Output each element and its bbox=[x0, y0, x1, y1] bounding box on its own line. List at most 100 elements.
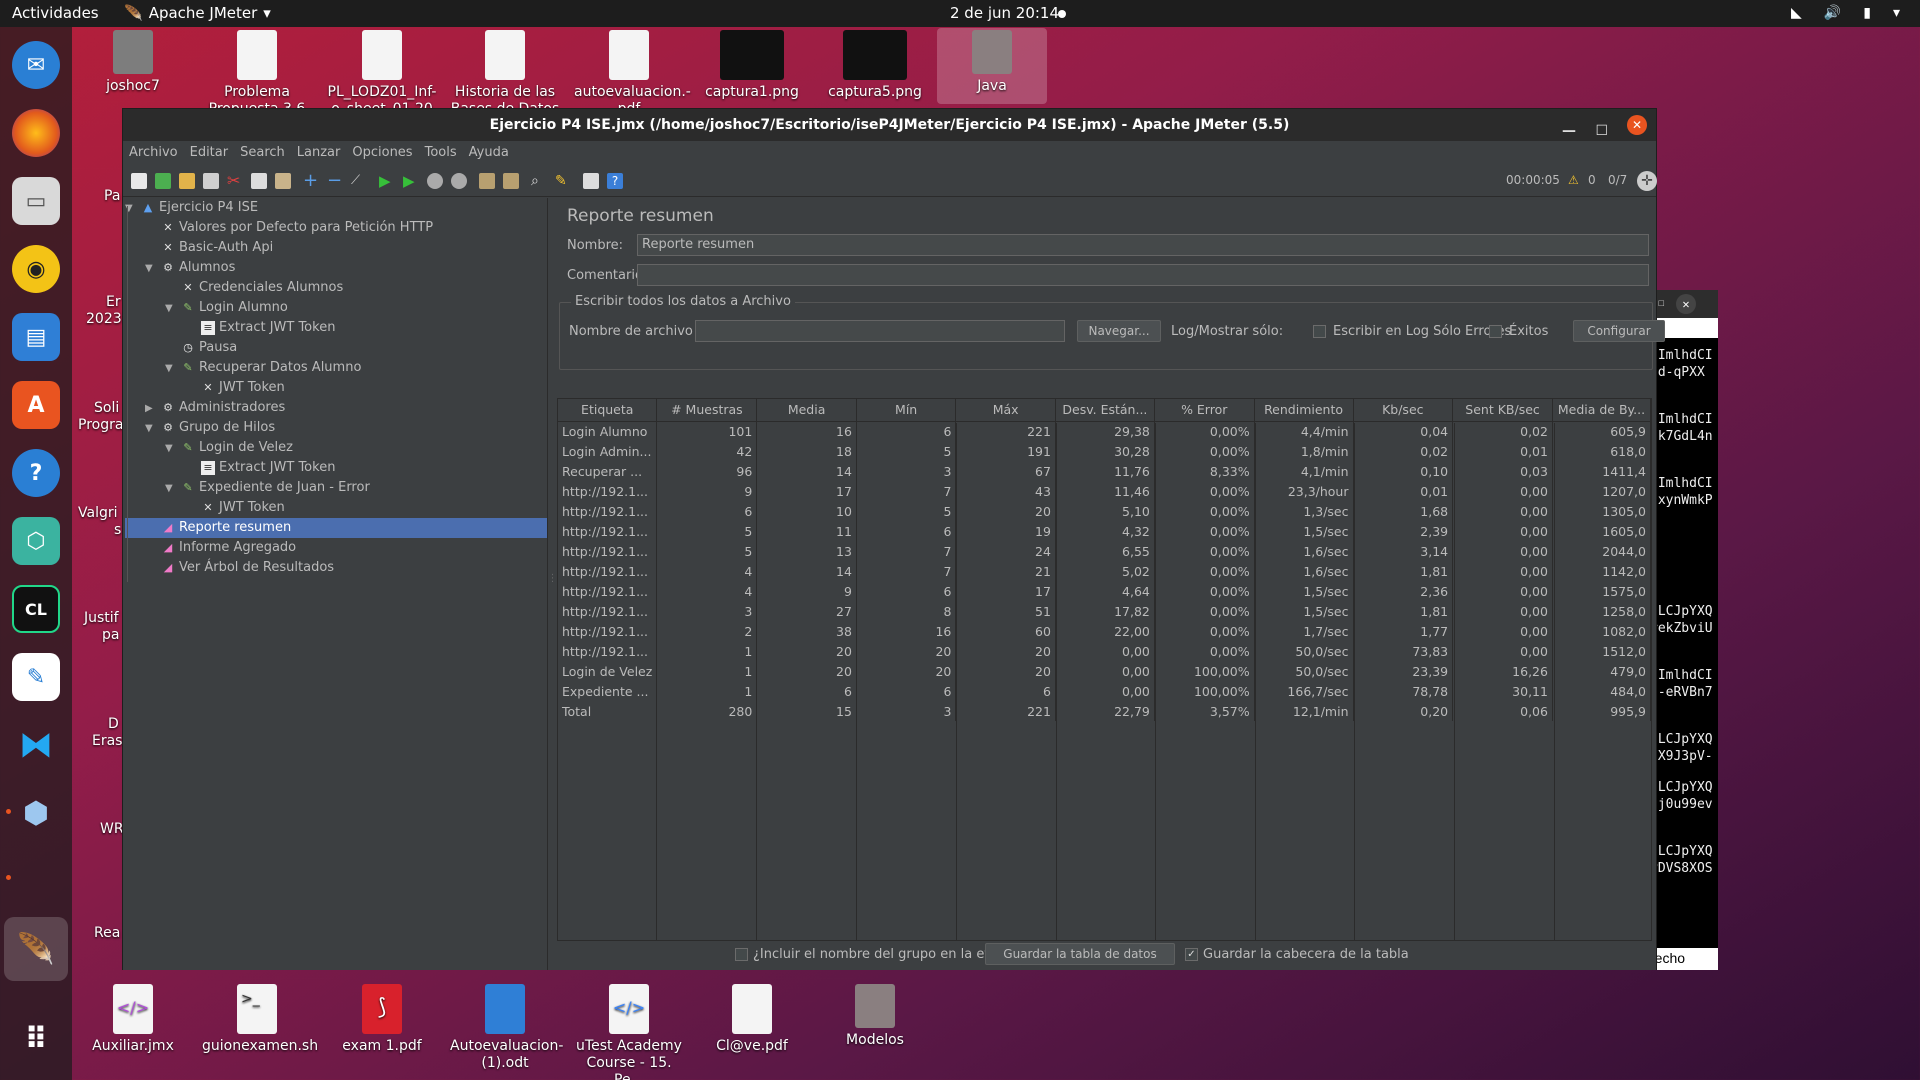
app-icon[interactable]: ⬡ bbox=[12, 517, 60, 565]
chevron-down-icon[interactable]: ▼ bbox=[165, 303, 173, 314]
save-header-checkbox[interactable]: ✓ bbox=[1185, 948, 1198, 961]
table-total-row[interactable]: Total 280 15 3 221 22,79 3,57% 12,1/min 0,20 0,06… bbox=[558, 701, 1651, 721]
tree-node-expediente-juan[interactable]: ✎ Expediente de Juan - Error bbox=[181, 478, 369, 498]
tree-node-jwt-token[interactable]: ✕ JWT Token bbox=[201, 498, 284, 518]
column-header[interactable]: Rendimiento bbox=[1254, 399, 1354, 422]
close-icon[interactable]: ✕ bbox=[1676, 294, 1696, 314]
tree-node-alumnos[interactable]: ⚙ Alumnos bbox=[161, 258, 235, 278]
maximize-icon[interactable]: ☐ bbox=[1658, 296, 1665, 309]
tree-node-informe-agregado[interactable]: ◢ Informe Agregado bbox=[161, 538, 296, 558]
tree-node-grupo-hilos[interactable]: ⚙ Grupo de Hilos bbox=[161, 418, 275, 438]
column-header[interactable]: # Muestras bbox=[656, 399, 758, 422]
menu-opciones[interactable]: Opciones bbox=[346, 141, 418, 165]
desktop-icon-home[interactable]: joshoc7 bbox=[78, 30, 188, 95]
chevron-down-icon[interactable]: ▼ bbox=[165, 443, 173, 454]
tree-node-pausa[interactable]: ◷ Pausa bbox=[181, 338, 237, 358]
stop-icon[interactable] bbox=[427, 173, 443, 189]
open-icon[interactable] bbox=[179, 173, 195, 189]
desktop-icon-java[interactable]: Java bbox=[937, 28, 1047, 104]
tree-node-extract-jwt[interactable]: ≡ Extract JWT Token bbox=[201, 458, 335, 478]
table-row[interactable]: Recuperar ... 96 14 3 67 11,76 8,33% 4,1/min 0,1… bbox=[558, 461, 1651, 481]
tree-node-recuperar-datos[interactable]: ✎ Recuperar Datos Alumno bbox=[181, 358, 361, 378]
desktop-icon-jmx[interactable]: </> Auxiliar.jmx bbox=[78, 984, 188, 1055]
column-header[interactable]: Media bbox=[756, 399, 857, 422]
errors-only-checkbox[interactable] bbox=[1313, 325, 1326, 338]
desktop-icon-course[interactable]: </> uTest Academy Course - 15. Pe... bbox=[574, 984, 684, 1080]
tree-node-credenciales[interactable]: ✕ Credenciales Alumnos bbox=[181, 278, 343, 298]
browse-button[interactable]: Navegar... bbox=[1077, 320, 1161, 342]
rhythmbox-icon[interactable]: ◉ bbox=[12, 245, 60, 293]
include-group-checkbox[interactable] bbox=[735, 948, 748, 961]
help-icon[interactable]: ? bbox=[607, 173, 623, 189]
column-header[interactable]: % Error bbox=[1154, 399, 1255, 422]
tree-node-test-plan[interactable]: ▲ Ejercicio P4 ISE bbox=[141, 198, 258, 218]
table-row[interactable]: http://192.1... 4 14 7 21 5,02 0,00% 1,6/sec 1,8… bbox=[558, 561, 1651, 581]
tree-node-jwt-token[interactable]: ✕ JWT Token bbox=[201, 378, 284, 398]
tree-node-extract-jwt[interactable]: ≡ Extract JWT Token bbox=[201, 318, 335, 338]
table-row[interactable]: Login Alumno 101 16 6 221 29,38 0,00% 4,4/min 0,… bbox=[558, 421, 1651, 441]
window-titlebar[interactable]: Ejercicio P4 ISE.jmx (/home/joshoc7/Escr… bbox=[123, 109, 1656, 141]
table-row[interactable]: http://192.1... 4 9 6 17 4,64 0,00% 1,5/sec 2,36… bbox=[558, 581, 1651, 601]
tree-node-basic-auth[interactable]: ✕ Basic-Auth Api bbox=[161, 238, 273, 258]
app-menu[interactable]: 🪶 Apache JMeter ▾ bbox=[124, 4, 271, 22]
tree-node-administradores[interactable]: ⚙ Administradores bbox=[161, 398, 285, 418]
desktop-icon-image[interactable]: captura1.png bbox=[697, 30, 807, 101]
configure-button[interactable]: Configurar bbox=[1573, 320, 1665, 342]
chevron-right-icon[interactable]: ▶ bbox=[145, 403, 153, 414]
toggle-icon[interactable]: ⟋ bbox=[351, 173, 367, 189]
column-header[interactable]: Kb/sec bbox=[1353, 399, 1454, 422]
vscode-icon[interactable]: ⧓ bbox=[12, 721, 60, 769]
help-icon[interactable]: ? bbox=[12, 449, 60, 497]
chevron-down-icon[interactable]: ▼ bbox=[145, 263, 153, 274]
desktop-icon-document[interactable]: PL_LODZ01_Inf- o_sheet_01 20 bbox=[327, 30, 437, 111]
table-row[interactable]: http://192.1... 1 20 20 20 0,00 0,00% 50,0/sec 7… bbox=[558, 641, 1651, 661]
table-row[interactable]: http://192.1... 9 17 7 43 11,46 0,00% 23,3/hour… bbox=[558, 481, 1651, 501]
column-header[interactable]: Etiqueta bbox=[558, 399, 658, 422]
menu-ayuda[interactable]: Ayuda bbox=[463, 141, 515, 165]
tree-node-arbol-resultados[interactable]: ◢ Ver Árbol de Resultados bbox=[161, 558, 334, 578]
table-row[interactable]: http://192.1... 2 38 16 60 22,00 0,00% 1,7/sec 1… bbox=[558, 621, 1651, 641]
reset-search-icon[interactable]: ✎ bbox=[555, 173, 571, 189]
warning-icon[interactable]: ⚠ bbox=[1568, 173, 1579, 187]
software-icon[interactable]: A bbox=[12, 381, 60, 429]
virtualbox-icon[interactable]: ⬢ bbox=[12, 789, 60, 837]
editor-icon[interactable]: ✎ bbox=[12, 653, 60, 701]
column-header[interactable]: Media de By... bbox=[1552, 399, 1651, 422]
terminal-titlebar[interactable]: ☐ ✕ bbox=[1648, 290, 1718, 318]
save-icon[interactable] bbox=[203, 173, 219, 189]
desktop-icon-script[interactable]: >_ guionexamen.sh bbox=[202, 984, 318, 1055]
table-row[interactable]: Login Admin... 42 18 5 191 30,28 0,00% 1,8/min 0… bbox=[558, 441, 1651, 461]
templates-icon[interactable] bbox=[155, 173, 171, 189]
desktop-icon-pdf[interactable]: ⟆ exam 1.pdf bbox=[327, 984, 437, 1055]
desktop-icon-pdf[interactable]: autoevaluacion.- pdf bbox=[574, 30, 691, 111]
comments-input[interactable] bbox=[637, 264, 1649, 286]
menu-editar[interactable]: Editar bbox=[184, 141, 235, 165]
desktop-icon-document[interactable]: Historia de las Bases de Datos bbox=[450, 30, 560, 111]
column-header[interactable]: Desv. Están... bbox=[1055, 399, 1155, 422]
remote-status-icon[interactable]: ✛ bbox=[1637, 171, 1657, 191]
new-icon[interactable] bbox=[131, 173, 147, 189]
writer-icon[interactable]: ▤ bbox=[12, 313, 60, 361]
tree-node-http-defaults[interactable]: ✕ Valores por Defecto para Petición HTTP bbox=[161, 218, 433, 238]
successes-checkbox[interactable] bbox=[1489, 325, 1502, 338]
tree-node-login-velez[interactable]: ✎ Login de Velez bbox=[181, 438, 293, 458]
desktop-icon-document[interactable]: Problema Propuesta 3 6 bbox=[202, 30, 312, 111]
paste-icon[interactable] bbox=[275, 173, 291, 189]
apps-grid-icon[interactable]: ⠿ bbox=[12, 1015, 60, 1063]
clock[interactable]: 2 de jun 20:14 bbox=[950, 4, 1059, 22]
desktop-icon-odt[interactable]: Autoevaluacion- (1).odt bbox=[450, 984, 563, 1072]
jmeter-icon[interactable]: 🪶 bbox=[4, 917, 68, 981]
activities-button[interactable]: Actividades bbox=[12, 4, 99, 22]
table-row[interactable]: http://192.1... 3 27 8 51 17,82 0,00% 1,5/sec 1,… bbox=[558, 601, 1651, 621]
column-header[interactable]: Máx bbox=[955, 399, 1056, 422]
table-row[interactable]: http://192.1... 5 13 7 24 6,55 0,00% 1,6/sec 3,1… bbox=[558, 541, 1651, 561]
table-row[interactable]: http://192.1... 5 11 6 19 4,32 0,00% 1,5/sec 2,3… bbox=[558, 521, 1651, 541]
menu-tools[interactable]: Tools bbox=[419, 141, 463, 165]
clear-all-icon[interactable] bbox=[503, 173, 519, 189]
name-input[interactable]: Reporte resumen bbox=[637, 234, 1649, 256]
system-tray[interactable]: ◣ 🔊 ▮ ▾ bbox=[1791, 5, 1900, 21]
search-icon[interactable]: ⌕ bbox=[531, 173, 547, 189]
tree-node-login-alumno[interactable]: ✎ Login Alumno bbox=[181, 298, 287, 318]
collapse-icon[interactable]: − bbox=[327, 172, 343, 190]
files-icon[interactable]: ▭ bbox=[12, 177, 60, 225]
